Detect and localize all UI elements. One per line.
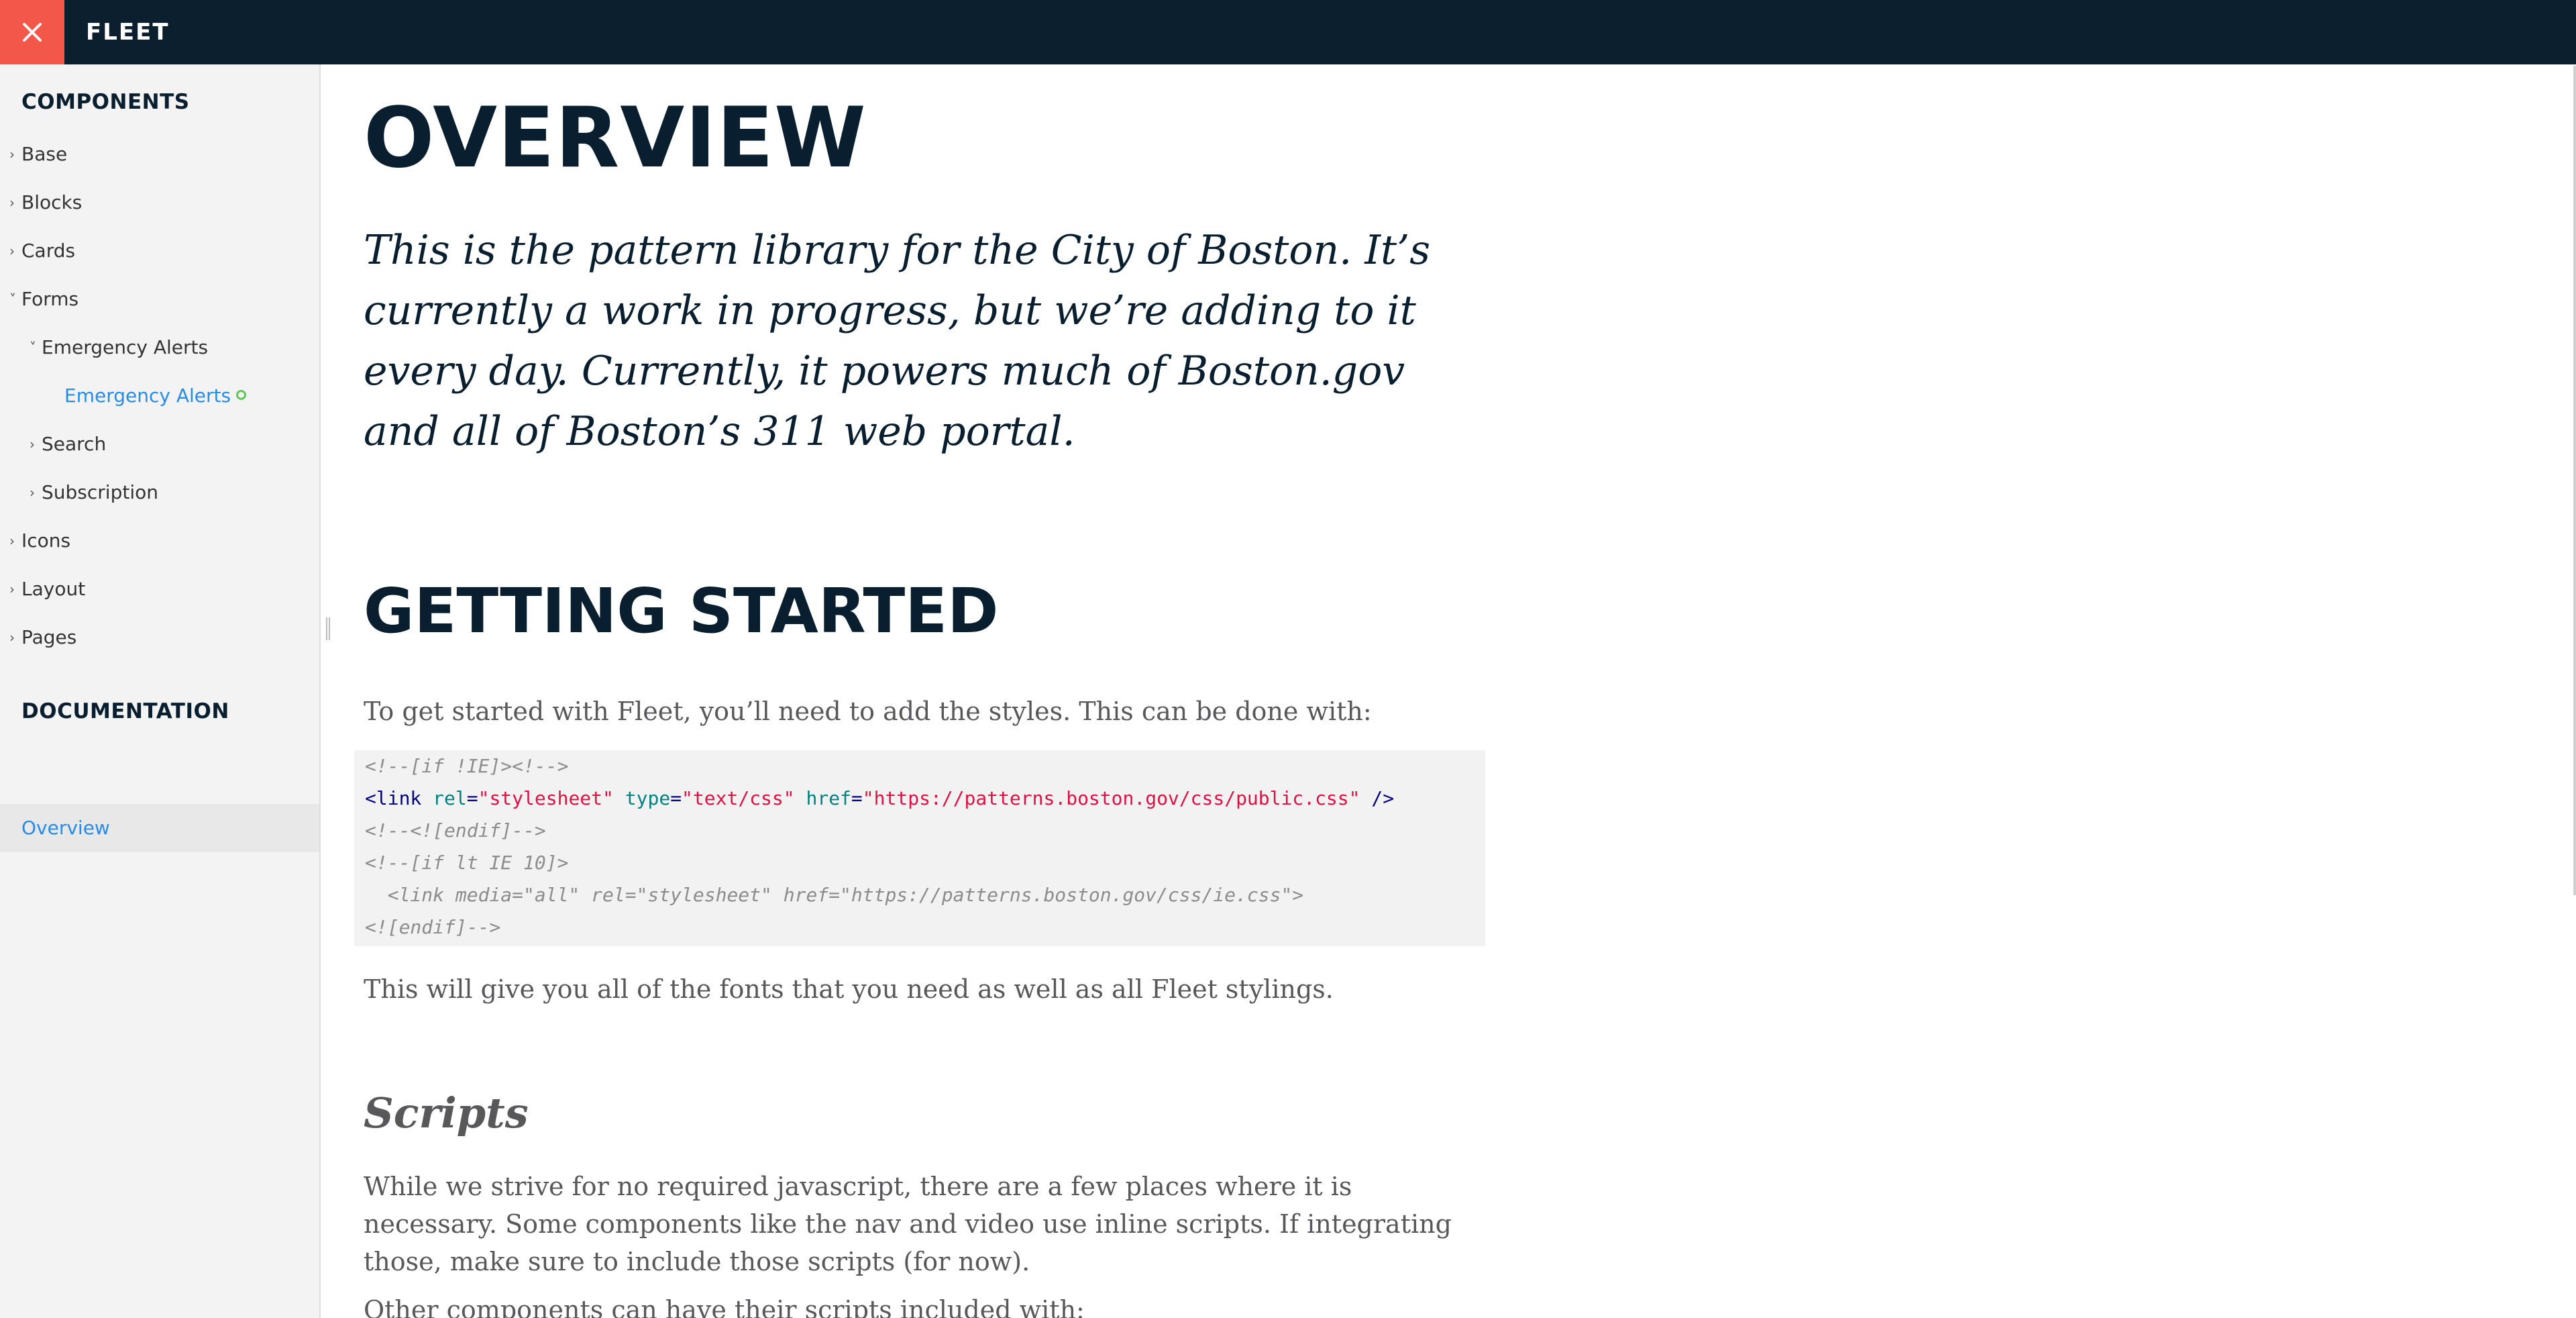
sidebar-item-forms[interactable]: ˅ Forms xyxy=(9,275,78,323)
top-bar: FLEET xyxy=(0,0,2576,64)
chevron-right-icon: › xyxy=(9,146,15,162)
code-line: <link rel="stylesheet" type="text/css" h… xyxy=(365,787,1395,809)
status-circle-icon xyxy=(236,389,247,400)
sidebar: COMPONENTS › Base › Blocks › Cards ˅ Forms ˅… xyxy=(0,64,321,1318)
chevron-right-icon: › xyxy=(9,581,15,597)
sidebar-item-emergency-alerts-group[interactable]: ˅ Emergency Alerts xyxy=(30,323,208,372)
brand-title[interactable]: FLEET xyxy=(86,0,170,64)
code-line: <!--<![endif]--> xyxy=(365,819,546,842)
chevron-right-icon: › xyxy=(9,243,15,259)
chevron-down-icon: ˅ xyxy=(30,340,36,356)
chevron-down-icon: ˅ xyxy=(9,291,16,307)
main-content: OVERVIEW This is the pattern library for… xyxy=(322,64,2576,1318)
code-line: <![endif]--> xyxy=(365,916,501,938)
sidebar-item-pages[interactable]: › Pages xyxy=(9,613,76,662)
page-scrollbar[interactable] xyxy=(2573,66,2576,895)
chevron-right-icon: › xyxy=(9,629,15,646)
intro-paragraph: To get started with Fleet, you’ll need t… xyxy=(364,697,1372,726)
scripts-heading: Scripts xyxy=(364,1088,529,1137)
code-line: <!--[if lt IE 10]> xyxy=(365,852,569,874)
sidebar-item-layout[interactable]: › Layout xyxy=(9,565,85,613)
code-block: <!--[if !IE]><!--> <link rel="stylesheet… xyxy=(354,750,1485,946)
scripts-paragraph-2: Other components can have their scripts … xyxy=(364,1295,1085,1318)
close-button[interactable] xyxy=(0,0,64,64)
sidebar-item-icons[interactable]: › Icons xyxy=(9,517,70,565)
intro-lede: This is the pattern library for the City… xyxy=(364,227,1430,455)
sidebar-item-blocks[interactable]: › Blocks xyxy=(9,179,82,227)
documentation-heading: DOCUMENTATION xyxy=(21,699,229,723)
getting-started-heading: GETTING STARTED xyxy=(364,575,999,647)
sidebar-item-subscription[interactable]: › Subscription xyxy=(30,468,158,517)
chevron-right-icon: › xyxy=(30,436,35,452)
chevron-right-icon: › xyxy=(30,485,35,501)
scripts-paragraph: While we strive for no required javascri… xyxy=(364,1172,1452,1276)
fonts-note: This will give you all of the fonts that… xyxy=(364,974,1334,1004)
sidebar-item-cards[interactable]: › Cards xyxy=(9,227,75,275)
sidebar-item-base[interactable]: › Base xyxy=(9,130,67,179)
page-title: OVERVIEW xyxy=(364,90,867,187)
sidebar-item-overview[interactable]: Overview xyxy=(0,804,319,852)
chevron-right-icon: › xyxy=(9,195,15,211)
code-line: <link media="all" rel="stylesheet" href=… xyxy=(365,884,1304,906)
sidebar-item-search[interactable]: › Search xyxy=(30,420,106,468)
code-line: <!--[if !IE]><!--> xyxy=(365,755,569,777)
components-heading: COMPONENTS xyxy=(21,90,190,114)
close-icon xyxy=(22,22,42,42)
chevron-right-icon: › xyxy=(9,533,15,549)
sidebar-item-emergency-alerts[interactable]: Emergency Alerts xyxy=(64,372,247,420)
